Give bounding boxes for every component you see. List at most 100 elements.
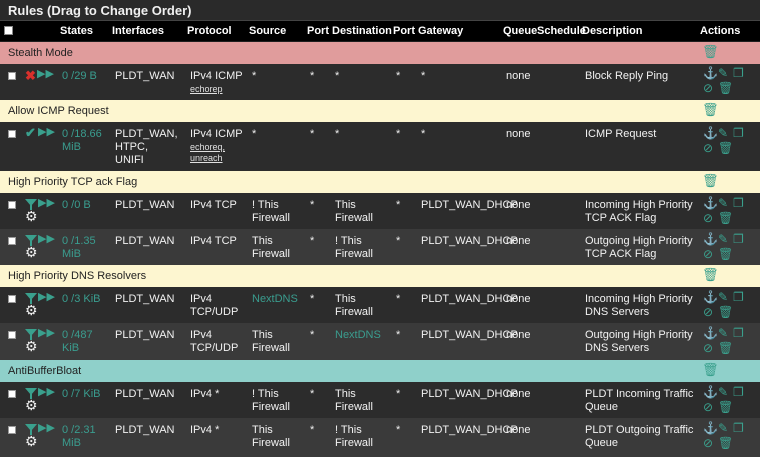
anchor-icon[interactable]: ⚓	[703, 291, 718, 303]
row-checkbox[interactable]	[8, 237, 16, 245]
table-row[interactable]: ▶▶ ⚙ 0 /0 B PLDT_WAN IPv4 TCP ! This Fir…	[0, 193, 760, 229]
table-row[interactable]: ▶▶ ⚙ 0 /3 KiB PLDT_WAN IPv4 TCP/UDP Next…	[0, 287, 760, 323]
trash-icon[interactable]: 🗑	[702, 268, 719, 281]
copy-icon[interactable]: ❐	[733, 422, 744, 434]
trash-icon[interactable]: 🗑	[702, 103, 719, 116]
states-value[interactable]: MiB	[62, 141, 81, 154]
states-value[interactable]: 0 /7 KiB	[62, 388, 101, 401]
row-checkbox[interactable]	[8, 130, 16, 138]
copy-icon[interactable]: ❐	[733, 233, 744, 245]
interfaces-value: PLDT_WAN	[115, 424, 175, 436]
anchor-icon[interactable]: ⚓	[703, 422, 718, 434]
copy-icon[interactable]: ❐	[733, 386, 744, 398]
table-row[interactable]: ✔ ▶▶ 0 /18.66 MiB PLDT_WAN, HTPC, UNIFI …	[0, 122, 760, 171]
anchor-icon[interactable]: ⚓	[703, 197, 718, 209]
table-row[interactable]: ▶▶ ⚙ 0 /487 KiB PLDT_WAN IPv4 TCP/UDP Th…	[0, 323, 760, 360]
row-checkbox[interactable]	[8, 295, 16, 303]
pencil-icon[interactable]: ✎	[718, 127, 728, 139]
states-value[interactable]: MiB	[62, 248, 81, 261]
anchor-icon[interactable]: ⚓	[703, 233, 718, 245]
table-row[interactable]: ✖ ▶▶ 0 /29 B PLDT_WAN IPv4 ICMP echorep …	[0, 64, 760, 100]
destination-value: Firewall	[335, 437, 373, 449]
anchor-icon[interactable]: ⚓	[703, 67, 718, 79]
copy-icon[interactable]: ❐	[733, 127, 744, 139]
separator-stealth-mode[interactable]: Stealth Mode 🗑	[0, 42, 760, 64]
states-value[interactable]: 0 /3 KiB	[62, 293, 101, 306]
row-checkbox[interactable]	[8, 390, 16, 398]
source-alias-link[interactable]: NextDNS	[252, 293, 298, 306]
states-value[interactable]: 0 /1.35	[62, 235, 96, 248]
trash-icon[interactable]: 🗑	[718, 212, 733, 224]
anchor-icon[interactable]: ⚓	[703, 386, 718, 398]
trash-icon[interactable]: 🗑	[718, 82, 733, 94]
pencil-icon[interactable]: ✎	[718, 327, 728, 339]
disable-icon[interactable]: ⊘	[703, 342, 713, 354]
table-row[interactable]: ▶▶ ⚙ 0 /7 KiB PLDT_WAN IPv4 * ! This Fir…	[0, 382, 760, 418]
trash-icon[interactable]: 🗑	[718, 437, 733, 449]
trash-icon[interactable]: 🗑	[718, 306, 733, 318]
disable-icon[interactable]: ⊘	[703, 212, 713, 224]
col-source[interactable]: Source	[249, 25, 286, 37]
disable-icon[interactable]: ⊘	[703, 401, 713, 413]
trash-icon[interactable]: 🗑	[718, 342, 733, 354]
states-value[interactable]: 0 /29 B	[62, 70, 97, 83]
col-description[interactable]: Description	[582, 25, 643, 37]
states-value[interactable]: MiB	[62, 437, 81, 450]
pencil-icon[interactable]: ✎	[718, 197, 728, 209]
col-gateway[interactable]: Gateway	[418, 25, 463, 37]
source-value: *	[252, 128, 257, 140]
states-value[interactable]: 0 /2.31	[62, 424, 96, 437]
pencil-icon[interactable]: ✎	[718, 67, 728, 79]
log-arrows-icon: ▶▶	[38, 197, 55, 209]
copy-icon[interactable]: ❐	[733, 327, 744, 339]
trash-icon[interactable]: 🗑	[702, 174, 719, 187]
separator-antibufferbloat[interactable]: AntiBufferBloat 🗑	[0, 360, 760, 382]
disable-icon[interactable]: ⊘	[703, 306, 713, 318]
copy-icon[interactable]: ❐	[733, 197, 744, 209]
separator-tcp-ack[interactable]: High Priority TCP ack Flag 🗑	[0, 171, 760, 193]
states-value[interactable]: KiB	[62, 342, 79, 355]
protocol-link[interactable]: echoreq,	[190, 142, 225, 153]
col-port[interactable]: Port	[307, 25, 329, 37]
states-value[interactable]: 0 /18.66	[62, 128, 102, 141]
disable-icon[interactable]: ⊘	[703, 82, 713, 94]
col-dest-port[interactable]: Port	[393, 25, 415, 37]
protocol-link[interactable]: unreach	[190, 153, 223, 164]
copy-icon[interactable]: ❐	[733, 67, 744, 79]
disable-icon[interactable]: ⊘	[703, 142, 713, 154]
pencil-icon[interactable]: ✎	[718, 233, 728, 245]
separator-dns-resolvers[interactable]: High Priority DNS Resolvers 🗑	[0, 265, 760, 287]
protocol-link[interactable]: echorep	[190, 84, 223, 95]
trash-icon[interactable]: 🗑	[702, 363, 719, 376]
table-row[interactable]: ▶▶ ⚙ 0 /2.31 MiB PLDT_WAN IPv4 * This Fi…	[0, 418, 760, 457]
trash-icon[interactable]: 🗑	[718, 142, 733, 154]
row-checkbox[interactable]	[8, 72, 16, 80]
disable-icon[interactable]: ⊘	[703, 248, 713, 260]
separator-allow-icmp[interactable]: Allow ICMP Request 🗑	[0, 100, 760, 122]
col-schedule[interactable]: Schedule	[537, 25, 586, 37]
disable-icon[interactable]: ⊘	[703, 437, 713, 449]
col-destination[interactable]: Destination	[332, 25, 392, 37]
trash-icon[interactable]: 🗑	[718, 248, 733, 260]
col-queue[interactable]: Queue	[503, 25, 537, 37]
row-checkbox[interactable]	[8, 426, 16, 434]
states-value[interactable]: 0 /0 B	[62, 199, 91, 212]
anchor-icon[interactable]: ⚓	[703, 327, 718, 339]
states-value[interactable]: 0 /487	[62, 329, 93, 342]
pencil-icon[interactable]: ✎	[718, 422, 728, 434]
select-all-checkbox[interactable]	[4, 26, 13, 35]
pencil-icon[interactable]: ✎	[718, 386, 728, 398]
row-checkbox[interactable]	[8, 201, 16, 209]
col-states[interactable]: States	[60, 25, 93, 37]
trash-icon[interactable]: 🗑	[718, 401, 733, 413]
trash-icon[interactable]: 🗑	[702, 45, 719, 58]
copy-icon[interactable]: ❐	[733, 291, 744, 303]
col-protocol[interactable]: Protocol	[187, 25, 232, 37]
pass-check-icon: ✔	[25, 125, 36, 140]
row-checkbox[interactable]	[8, 331, 16, 339]
table-row[interactable]: ▶▶ ⚙ 0 /1.35 MiB PLDT_WAN IPv4 TCP This …	[0, 229, 760, 265]
pencil-icon[interactable]: ✎	[718, 291, 728, 303]
col-interfaces[interactable]: Interfaces	[112, 25, 164, 37]
anchor-icon[interactable]: ⚓	[703, 127, 718, 139]
destination-alias-link[interactable]: NextDNS	[335, 329, 381, 342]
